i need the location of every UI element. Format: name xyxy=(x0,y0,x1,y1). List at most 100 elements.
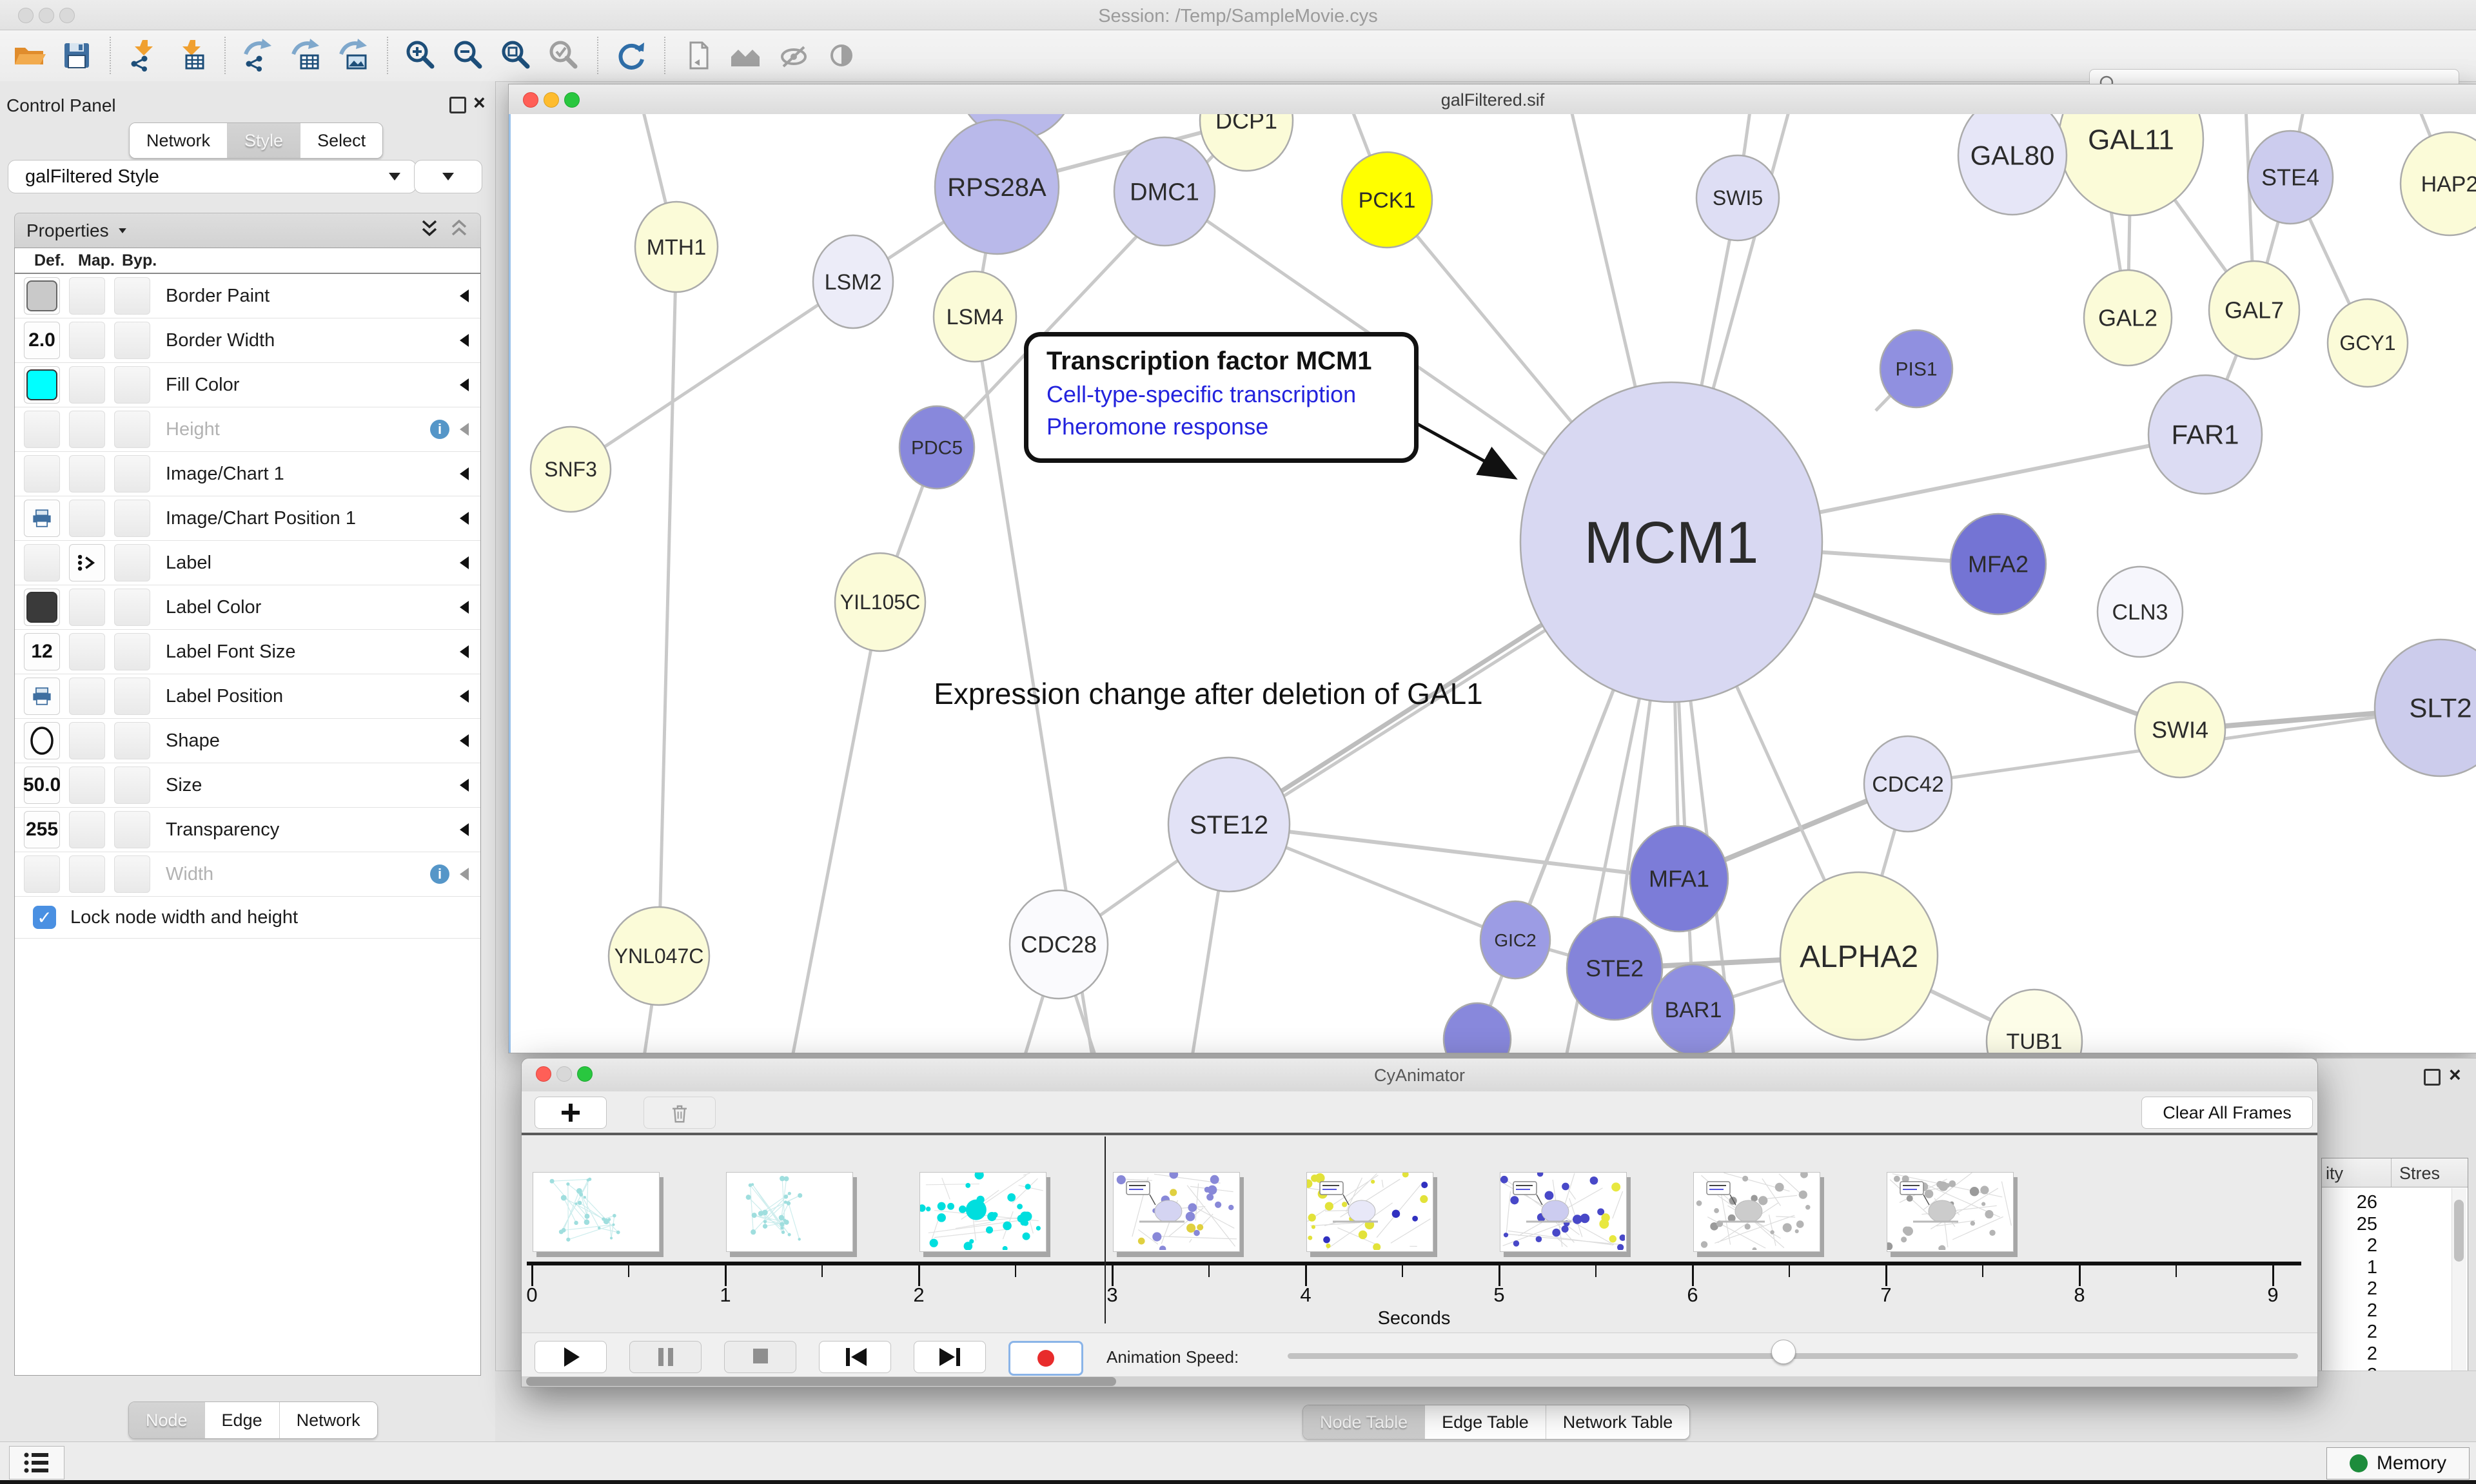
network-node-ste4[interactable]: STE4 xyxy=(2248,131,2333,224)
empty-value-cell[interactable] xyxy=(69,678,105,715)
float-panel-icon[interactable] xyxy=(2424,1069,2441,1086)
tab-select[interactable]: Select xyxy=(300,123,382,158)
property-row-height[interactable]: Heighti xyxy=(15,407,480,452)
network-node-dcp1[interactable]: DCP1 xyxy=(1200,114,1293,171)
network-node-mfa1[interactable]: MFA1 xyxy=(1630,826,1728,932)
style-options-button[interactable] xyxy=(414,160,482,193)
empty-value-cell[interactable] xyxy=(114,589,150,626)
table-cell-value[interactable]: 2 xyxy=(2324,1235,2377,1256)
tab-network-table[interactable]: Network Table xyxy=(1546,1405,1690,1439)
network-node-mcm1[interactable]: MCM1 xyxy=(1520,382,1822,702)
property-row-image-chart-position-1[interactable]: Image/Chart Position 1 xyxy=(15,496,480,541)
table-cell-value[interactable]: 1 xyxy=(2324,1257,2377,1278)
expand-row-icon[interactable] xyxy=(460,601,469,614)
annotation-link-1[interactable]: Cell-type-specific transcription xyxy=(1046,381,1414,408)
network-node-dmc1[interactable]: DMC1 xyxy=(1114,137,1215,246)
empty-value-cell[interactable] xyxy=(69,633,105,670)
empty-value-cell[interactable] xyxy=(69,500,105,537)
float-panel-icon[interactable] xyxy=(449,97,466,113)
expand-row-icon[interactable] xyxy=(460,334,469,347)
toolbar-zoom-out-button[interactable] xyxy=(449,35,489,75)
empty-value-cell[interactable] xyxy=(69,766,105,804)
property-row-size[interactable]: 50.0Size xyxy=(15,763,480,808)
empty-value-cell[interactable] xyxy=(69,855,105,893)
network-node-gcy1[interactable]: GCY1 xyxy=(2328,299,2408,387)
default-value[interactable]: 12 xyxy=(24,633,60,670)
network-window-titlebar[interactable]: galFiltered.sif xyxy=(509,84,2476,115)
table-cell-value[interactable]: 26 xyxy=(2324,1192,2377,1213)
network-node-cdc42[interactable]: CDC42 xyxy=(1864,736,1952,832)
network-node-gal11[interactable]: GAL11 xyxy=(2059,114,2203,215)
color-swatch[interactable] xyxy=(24,277,60,315)
skip-end-button[interactable] xyxy=(914,1341,986,1373)
lock-node-size-row[interactable]: ✓ Lock node width and height xyxy=(15,897,480,939)
style-selector-dropdown[interactable]: galFiltered Style xyxy=(8,160,417,193)
network-node-swi4[interactable]: SWI4 xyxy=(2135,682,2225,777)
network-node-ynl047c[interactable]: YNL047C xyxy=(609,907,709,1005)
tab-network[interactable]: Network xyxy=(130,123,227,158)
expand-row-icon[interactable] xyxy=(460,423,469,436)
frame-thumbnail-7[interactable] xyxy=(1887,1172,2014,1252)
empty-value-cell[interactable] xyxy=(114,544,150,581)
empty-value-cell[interactable] xyxy=(114,277,150,315)
position-icon[interactable] xyxy=(24,678,60,715)
network-node-gal80[interactable]: GAL80 xyxy=(1958,114,2067,215)
expand-row-icon[interactable] xyxy=(460,289,469,302)
network-node-swi5[interactable]: SWI5 xyxy=(1696,155,1779,240)
network-node-mth1[interactable]: MTH1 xyxy=(635,202,718,292)
stop-button[interactable] xyxy=(724,1341,796,1373)
network-node-gic2[interactable]: GIC2 xyxy=(1480,901,1550,979)
empty-value-cell[interactable] xyxy=(69,455,105,493)
table-cell-value[interactable]: 2 xyxy=(2324,1278,2377,1300)
default-value[interactable]: 50.0 xyxy=(24,766,60,804)
scrollbar-thumb[interactable] xyxy=(2454,1200,2464,1262)
toolbar-import-table-button[interactable] xyxy=(172,35,211,75)
scrollbar-thumb[interactable] xyxy=(526,1377,1116,1386)
network-node-far1[interactable]: FAR1 xyxy=(2148,375,2262,494)
empty-value-cell[interactable] xyxy=(24,455,60,493)
network-node-cln3[interactable]: CLN3 xyxy=(2098,567,2183,657)
network-node-gal2[interactable]: GAL2 xyxy=(2084,270,2172,366)
position-icon[interactable] xyxy=(24,500,60,537)
toolbar-zoom-selected-button[interactable] xyxy=(544,35,584,75)
empty-value-cell[interactable] xyxy=(69,722,105,759)
empty-value-cell[interactable] xyxy=(114,322,150,359)
frame-thumbnail-6[interactable] xyxy=(1693,1172,1820,1252)
expand-row-icon[interactable] xyxy=(460,690,469,703)
default-value[interactable]: 255 xyxy=(24,811,60,848)
tab-style[interactable]: Style xyxy=(227,123,300,158)
frame-thumbnail-4[interactable] xyxy=(1306,1172,1433,1252)
frame-thumbnail-3[interactable] xyxy=(1113,1172,1240,1252)
network-node-snf3[interactable]: SNF3 xyxy=(531,427,611,512)
network-node-hap2[interactable]: HAP2 xyxy=(2401,132,2476,235)
annotation-link-2[interactable]: Pheromone response xyxy=(1046,413,1414,440)
network-node-alpha2[interactable]: ALPHA2 xyxy=(1780,872,1938,1040)
empty-value-cell[interactable] xyxy=(69,366,105,404)
table-cell-value[interactable]: 2 xyxy=(2324,1343,2377,1365)
network-node-rps28a[interactable]: RPS28A xyxy=(935,120,1059,254)
delete-frame-button[interactable] xyxy=(644,1097,716,1129)
expand-row-icon[interactable] xyxy=(460,512,469,525)
network-node-pdc5[interactable]: PDC5 xyxy=(899,406,974,489)
expand-row-icon[interactable] xyxy=(460,734,469,747)
checkbox-checked-icon[interactable]: ✓ xyxy=(33,906,56,929)
property-row-label-font-size[interactable]: 12Label Font Size xyxy=(15,630,480,674)
add-frame-button[interactable] xyxy=(535,1097,607,1129)
empty-value-cell[interactable] xyxy=(69,411,105,448)
frame-thumbnail-0[interactable] xyxy=(533,1172,660,1252)
table-cell-value[interactable]: 2 xyxy=(2324,1300,2377,1322)
playhead[interactable] xyxy=(1105,1137,1106,1323)
tab-node[interactable]: Node xyxy=(129,1402,204,1438)
expand-all-icon[interactable] xyxy=(420,218,439,244)
record-button[interactable] xyxy=(1008,1341,1083,1376)
toolbar-homes-button[interactable] xyxy=(726,35,766,75)
close-panel-icon[interactable]: × xyxy=(473,94,486,111)
property-row-label-color[interactable]: Label Color xyxy=(15,585,480,630)
play-button[interactable] xyxy=(535,1341,607,1373)
empty-value-cell[interactable] xyxy=(114,722,150,759)
frame-thumbnail-5[interactable] xyxy=(1500,1172,1627,1252)
network-node[interactable] xyxy=(1444,1003,1511,1053)
properties-header[interactable]: Properties xyxy=(14,213,481,249)
empty-value-cell[interactable] xyxy=(69,322,105,359)
network-node-pck1[interactable]: PCK1 xyxy=(1342,152,1432,248)
